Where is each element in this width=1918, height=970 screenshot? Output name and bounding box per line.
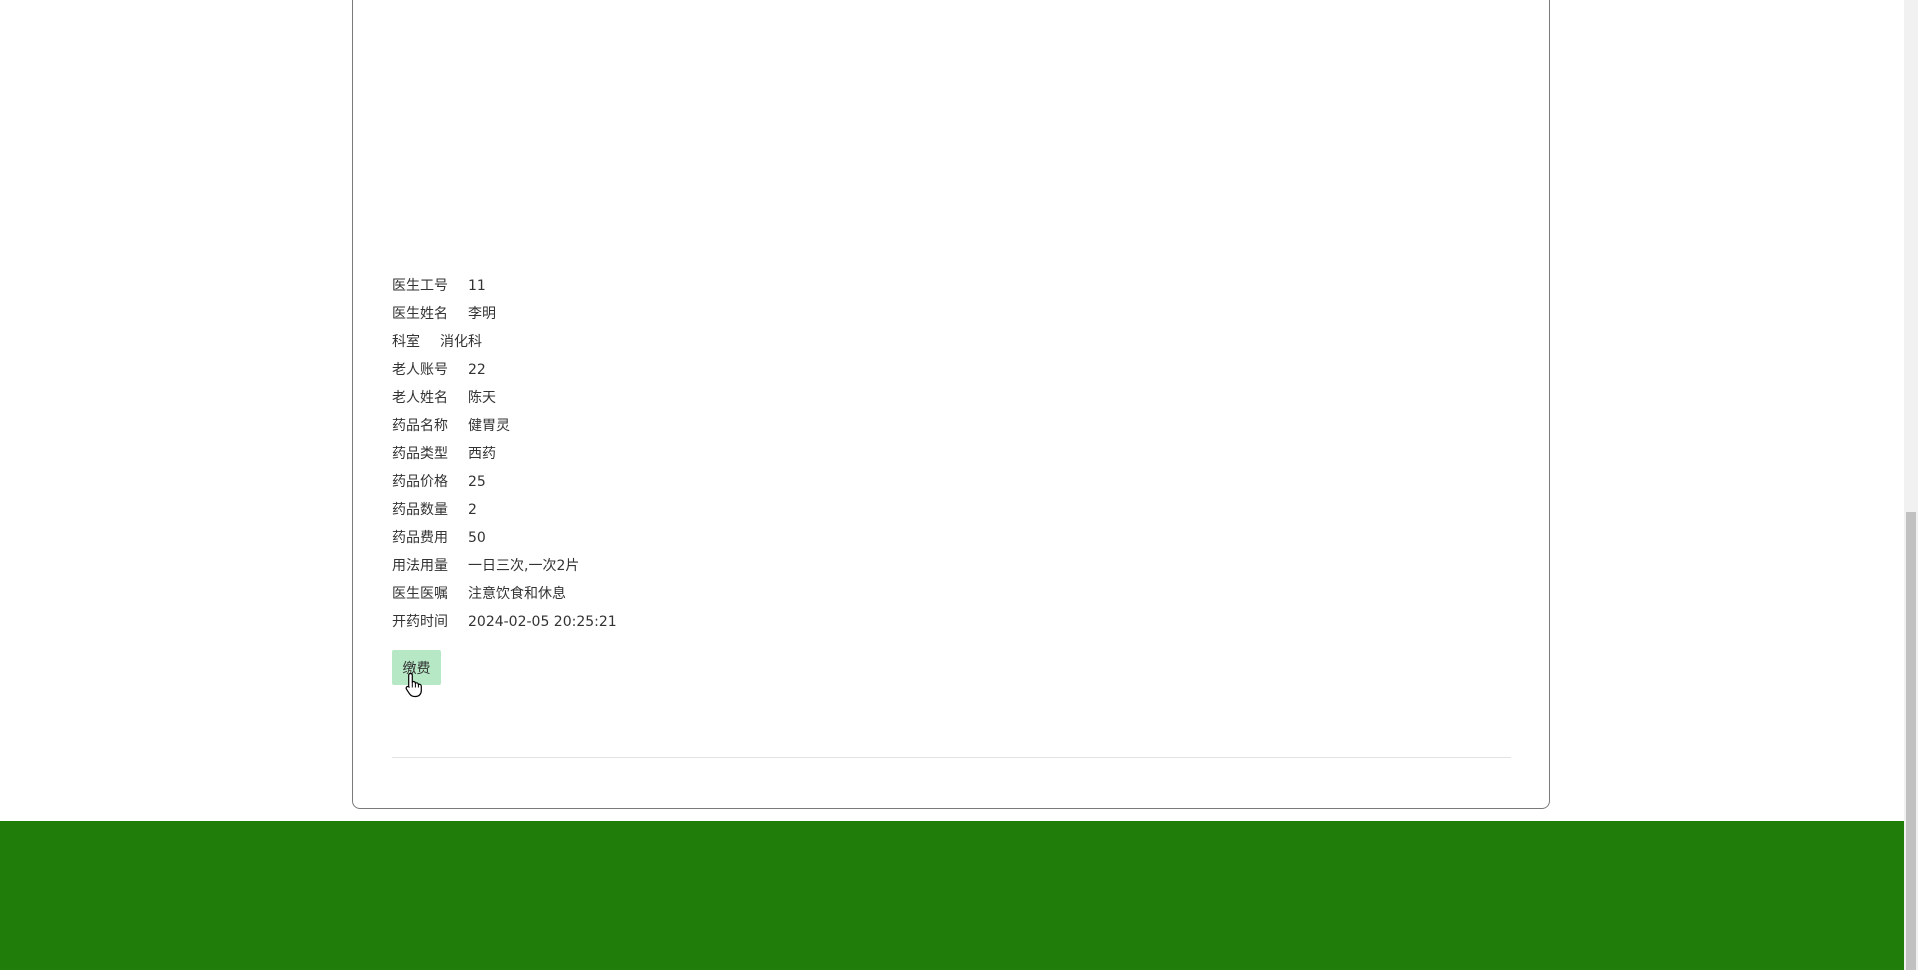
detail-value: 11 (468, 278, 486, 294)
detail-label: 药品类型 (392, 446, 448, 462)
detail-value: 一日三次,一次2片 (468, 558, 580, 574)
detail-value: 50 (468, 530, 486, 546)
detail-row-drug-name: 药品名称 健胃灵 (392, 412, 617, 440)
detail-label: 医生医嘱 (392, 586, 448, 602)
page: 医生工号 11 医生姓名 李明 科室 消化科 老人账号 22 老人姓名 陈天 药品名称 健胃… (0, 0, 1918, 970)
detail-label: 老人账号 (392, 362, 448, 378)
scrollbar-thumb[interactable] (1906, 512, 1916, 970)
detail-value: 25 (468, 474, 486, 490)
vertical-scrollbar[interactable] (1904, 0, 1918, 970)
detail-label: 药品名称 (392, 418, 448, 434)
detail-value: 2 (468, 502, 477, 518)
detail-row-drug-quantity: 药品数量 2 (392, 496, 617, 524)
detail-row-doctor-id: 医生工号 11 (392, 272, 617, 300)
detail-label: 老人姓名 (392, 390, 448, 406)
detail-label: 开药时间 (392, 614, 448, 630)
detail-row-drug-price: 药品价格 25 (392, 468, 617, 496)
hand-pointer-icon (405, 672, 422, 698)
detail-value: 陈天 (468, 390, 496, 406)
detail-label: 医生工号 (392, 278, 448, 294)
detail-value: 注意饮食和休息 (468, 586, 566, 602)
detail-row-doctor-name: 医生姓名 李明 (392, 300, 617, 328)
detail-row-drug-cost: 药品费用 50 (392, 524, 617, 552)
detail-value: 健胃灵 (468, 418, 510, 434)
detail-row-doctor-advice: 医生医嘱 注意饮食和休息 (392, 580, 617, 608)
prescription-details: 医生工号 11 医生姓名 李明 科室 消化科 老人账号 22 老人姓名 陈天 药品名称 健胃… (392, 272, 617, 636)
detail-row-dosage: 用法用量 一日三次,一次2片 (392, 552, 617, 580)
detail-value: 西药 (468, 446, 496, 462)
detail-row-department: 科室 消化科 (392, 328, 617, 356)
detail-label: 药品价格 (392, 474, 448, 490)
detail-value: 消化科 (440, 334, 482, 350)
divider (392, 757, 1511, 758)
detail-row-elder-account: 老人账号 22 (392, 356, 617, 384)
detail-label: 医生姓名 (392, 306, 448, 322)
detail-row-elder-name: 老人姓名 陈天 (392, 384, 617, 412)
detail-row-drug-type: 药品类型 西药 (392, 440, 617, 468)
detail-value: 李明 (468, 306, 496, 322)
detail-row-prescribed-time: 开药时间 2024-02-05 20:25:21 (392, 608, 617, 636)
footer (0, 821, 1904, 970)
detail-value: 2024-02-05 20:25:21 (468, 614, 617, 630)
detail-label: 药品数量 (392, 502, 448, 518)
detail-label: 药品费用 (392, 530, 448, 546)
detail-label: 用法用量 (392, 558, 448, 574)
detail-value: 22 (468, 362, 486, 378)
detail-label: 科室 (392, 334, 420, 350)
